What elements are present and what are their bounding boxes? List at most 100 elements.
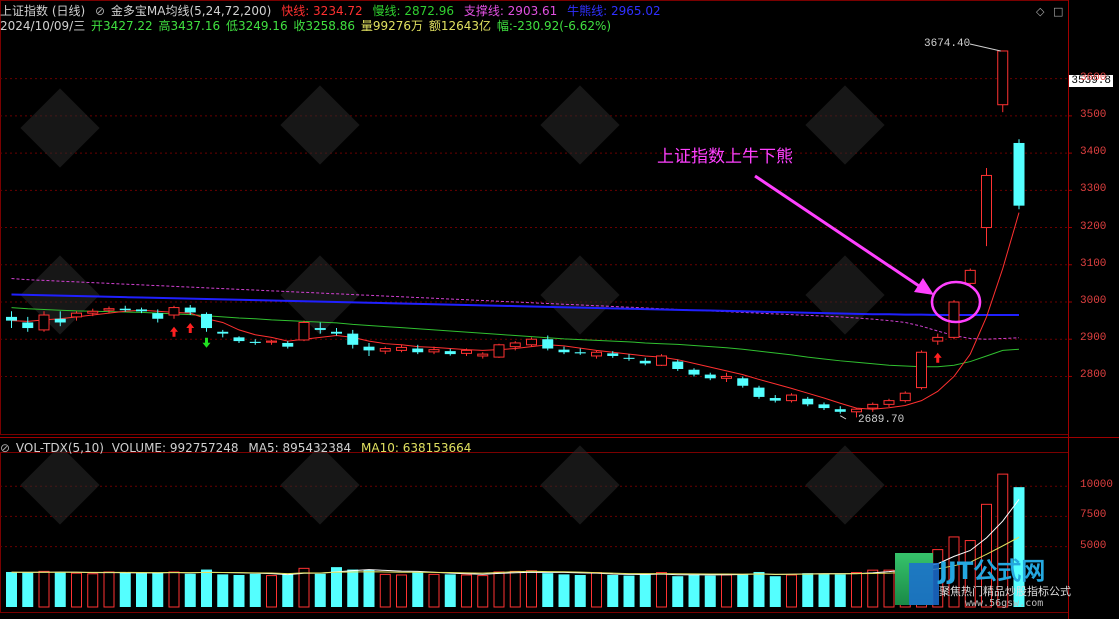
candle-body bbox=[656, 355, 667, 366]
candle bbox=[347, 329, 359, 349]
open-value: 开3427.22 bbox=[91, 19, 153, 33]
candle-body bbox=[948, 301, 960, 338]
candle bbox=[932, 333, 944, 345]
volume-bar bbox=[623, 575, 635, 607]
candle-body bbox=[71, 312, 82, 318]
candle bbox=[184, 304, 196, 316]
high-pointer bbox=[969, 43, 1001, 52]
candle-body bbox=[818, 404, 830, 409]
volume-bar bbox=[152, 572, 164, 607]
logo-mark-overlay bbox=[909, 563, 939, 605]
site-logo: JJT公式网 聚焦热门精品炒股指标公式 www.56gsw.com bbox=[895, 549, 1113, 613]
volume-bar bbox=[412, 571, 424, 607]
price-tick-label: 2800 bbox=[1080, 369, 1107, 382]
price-tick-label: 3500 bbox=[1080, 108, 1107, 121]
candle-body bbox=[87, 310, 99, 314]
candle-body bbox=[314, 328, 326, 330]
candle bbox=[737, 376, 749, 388]
candle bbox=[981, 168, 992, 247]
expand-icon[interactable]: ◇ bbox=[1036, 5, 1044, 18]
candle-body bbox=[639, 360, 651, 364]
volume-bar bbox=[493, 571, 505, 608]
candle bbox=[786, 393, 797, 403]
candle bbox=[217, 329, 229, 338]
watermark-diamond bbox=[540, 445, 620, 525]
candle bbox=[558, 346, 570, 355]
candle bbox=[753, 385, 765, 399]
watermark-diamond bbox=[805, 85, 885, 165]
volume-bar bbox=[38, 570, 50, 608]
volume-bar bbox=[672, 576, 684, 607]
candle-body bbox=[461, 349, 472, 354]
candle-body bbox=[379, 348, 391, 352]
candle bbox=[331, 328, 342, 336]
candle bbox=[802, 396, 814, 407]
candle-body bbox=[688, 369, 700, 375]
volume-bar bbox=[444, 574, 456, 607]
volume-bar bbox=[721, 574, 732, 608]
candle bbox=[656, 354, 667, 367]
candle-body bbox=[233, 337, 245, 342]
candle bbox=[201, 312, 212, 332]
volume-bar bbox=[217, 574, 229, 607]
volume-bar bbox=[656, 572, 667, 608]
candle bbox=[899, 391, 911, 403]
support-line-value: 支撑线: 2903.61 bbox=[463, 4, 558, 18]
price-tick-label: 2900 bbox=[1080, 332, 1107, 345]
volume-bar bbox=[883, 569, 895, 608]
volume-header: ⊘ VOL-TDX(5,10) VOLUME: 992757248 MA5: 8… bbox=[0, 441, 477, 455]
index-name: 上证指数 (日线) bbox=[0, 4, 86, 18]
candle bbox=[639, 357, 651, 366]
logo-subtitle: 聚焦热门精品炒股指标公式 bbox=[939, 585, 1071, 598]
volume-bar bbox=[607, 574, 619, 607]
volume-ma10-line bbox=[11, 536, 1020, 575]
price-tick-label: 3600 bbox=[1080, 71, 1107, 84]
volume-bar bbox=[331, 567, 342, 607]
volume-bar bbox=[136, 573, 147, 607]
candle-body bbox=[607, 353, 619, 356]
candle bbox=[672, 359, 684, 371]
candle bbox=[233, 336, 245, 343]
candle bbox=[379, 346, 391, 355]
candle bbox=[526, 337, 537, 347]
window-icon[interactable]: □ bbox=[1053, 5, 1063, 18]
volume-bar bbox=[347, 569, 359, 607]
candle bbox=[168, 305, 180, 319]
candle-body bbox=[6, 316, 17, 321]
candle-body bbox=[802, 398, 814, 405]
volume-bar bbox=[542, 573, 554, 607]
candle-body bbox=[396, 346, 407, 351]
volume-bar bbox=[363, 569, 375, 607]
candle-body bbox=[249, 341, 261, 343]
volume-bar bbox=[802, 573, 814, 607]
candle-body bbox=[428, 349, 440, 353]
volume-bar bbox=[54, 571, 66, 607]
candle bbox=[948, 300, 960, 340]
candle-body bbox=[331, 331, 342, 334]
candle-body bbox=[217, 331, 229, 334]
volume-bar bbox=[509, 570, 521, 608]
candle-body bbox=[363, 346, 375, 351]
watermark-diamond bbox=[20, 88, 100, 168]
watermark-diamond bbox=[280, 445, 360, 525]
volume-bar bbox=[6, 571, 17, 607]
volume-bar bbox=[379, 573, 391, 608]
candle-body bbox=[981, 174, 992, 229]
candle bbox=[721, 372, 732, 383]
vol-toggle-icon[interactable]: ⊘ bbox=[0, 441, 10, 455]
kline-chart[interactable] bbox=[0, 0, 1119, 619]
candle bbox=[444, 348, 456, 356]
volume-ma5-line bbox=[11, 499, 1020, 576]
change-value: 幅:-230.92(-6.62%) bbox=[496, 19, 612, 33]
indicator-toggle-icon[interactable]: ⊘ bbox=[95, 4, 105, 18]
candle-body bbox=[964, 269, 976, 284]
amount-value: 额12643亿 bbox=[428, 19, 492, 33]
bull-bear-line-value: 牛熊线: 2965.02 bbox=[567, 4, 661, 18]
candle-body bbox=[574, 352, 586, 354]
candle-body bbox=[623, 357, 635, 359]
price-tick-label: 3000 bbox=[1080, 295, 1107, 307]
signal-arrows bbox=[170, 323, 942, 363]
buy-signal-arrow bbox=[933, 352, 942, 363]
candle-body bbox=[38, 314, 50, 331]
volume-bar bbox=[769, 576, 781, 607]
